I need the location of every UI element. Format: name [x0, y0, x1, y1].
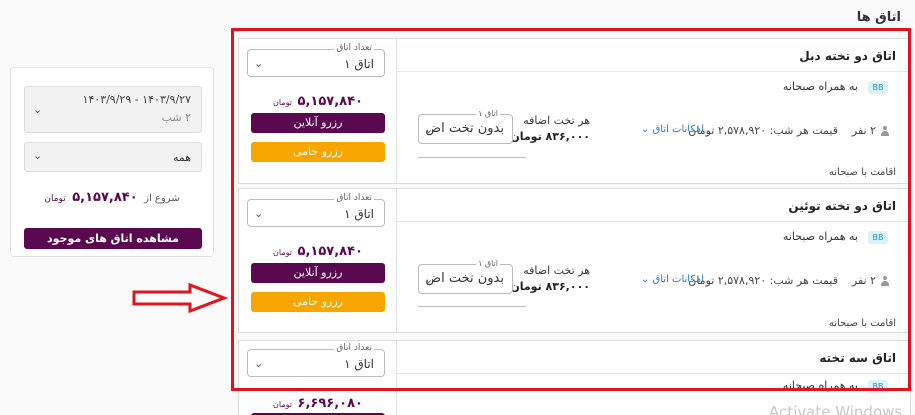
chevron-down-icon: ⌄: [640, 274, 650, 285]
room-amenities-label: امکانات اتاق: [652, 274, 705, 285]
room-booking-panel: تعداد اتاق ۱ اتاق ⌄ ۶,۶۹۶,۰۸۰ تومان: [239, 341, 397, 415]
chevron-down-icon: ⌄: [33, 149, 43, 162]
room-price-amount: ۵,۱۵۷,۸۴۰: [297, 94, 363, 109]
extra-bed-price: ۸۳۶,۰۰۰ تومان: [510, 280, 590, 293]
rooms-count-legend: تعداد اتاق: [334, 43, 374, 54]
chevron-down-icon: ⌄: [254, 207, 264, 220]
room-name: اتاق سه تخته: [819, 351, 896, 365]
show-available-rooms-button[interactable]: مشاهده اتاق های موجود: [24, 228, 202, 249]
room-price-currency: تومان: [273, 400, 293, 409]
stay-text: اقامت با صبحانه: [828, 167, 896, 178]
activate-windows-watermark: Activate Windows: [769, 403, 903, 415]
person-icon: [880, 126, 890, 136]
extra-bed-select[interactable]: اتاق ۱ بدون تخت اض ⌄: [418, 258, 513, 294]
room-card: تعداد اتاق ۱ اتاق ⌄ ۵,۱۵۷,۸۴۰ تومان رزرو…: [238, 38, 911, 184]
divider: [397, 221, 910, 222]
starting-price: شروع از ۵,۱۵۷,۸۴۰ تومان: [11, 190, 213, 205]
chevron-down-icon: ⌄: [640, 124, 650, 135]
room-amenities-link[interactable]: امکانات اتاق ⌄: [641, 274, 704, 285]
divider: [418, 306, 526, 307]
room-card: تعداد اتاق ۱ اتاق ⌄ ۵,۱۵۷,۸۴۰ تومان رزرو…: [238, 188, 911, 333]
date-range-picker[interactable]: ۱۴۰۳/۹/۲۷ - ۱۴۰۳/۹/۲۹ ۲ شب ⌄: [24, 86, 202, 133]
rooms-count-legend: تعداد اتاق: [334, 343, 374, 354]
starting-price-currency: تومان: [44, 194, 66, 204]
room-price-currency: تومان: [273, 248, 293, 257]
room-price-currency: تومان: [273, 98, 293, 107]
starting-price-amount: ۵,۱۵۷,۸۴۰: [72, 190, 138, 205]
board-badge: BB: [868, 380, 888, 393]
board-text: به همراه صبحانه: [782, 230, 858, 243]
room-booking-panel: تعداد اتاق ۱ اتاق ⌄ ۵,۱۵۷,۸۴۰ تومان رزرو…: [239, 39, 397, 183]
room-amenities-label: امکانات اتاق: [652, 124, 705, 135]
room-booking-panel: تعداد اتاق ۱ اتاق ⌄ ۵,۱۵۷,۸۴۰ تومان رزرو…: [239, 189, 397, 332]
chevron-down-icon: ⌄: [424, 123, 434, 136]
chevron-down-icon: ⌄: [254, 57, 264, 70]
board-badge: BB: [868, 231, 888, 244]
rooms-count-select[interactable]: تعداد اتاق ۱ اتاق ⌄: [247, 343, 385, 377]
extra-bed-select-legend: اتاق ۱: [476, 258, 500, 269]
date-range-text: ۱۴۰۳/۹/۲۷ - ۱۴۰۳/۹/۲۹: [82, 93, 191, 106]
board-text: به همراه صبحانه: [782, 379, 858, 392]
persons-count: ۲ نفر: [851, 274, 876, 287]
extra-bed-select-value: بدون تخت اض: [425, 121, 504, 136]
extra-bed-select-value: بدون تخت اض: [425, 271, 504, 286]
stay-text: اقامت با صبحانه: [828, 318, 896, 329]
rooms-count-select[interactable]: تعداد اتاق ۱ اتاق ⌄: [247, 43, 385, 77]
rooms-count-value: ۱ اتاق: [344, 207, 374, 221]
rooms-section-title: اتاق ها: [856, 10, 901, 25]
extra-bed-title: هر تخت اضافه: [523, 114, 590, 127]
chevron-down-icon: ⌄: [424, 273, 434, 286]
starting-from-label: شروع از: [144, 193, 180, 204]
divider: [397, 373, 910, 374]
room-price: ۵,۱۵۷,۸۴۰ تومان: [239, 94, 397, 109]
extra-bed-select[interactable]: اتاق ۱ بدون تخت اض ⌄: [418, 108, 513, 144]
online-booking-button[interactable]: رزرو آنلاین: [251, 113, 385, 133]
person-icon: [880, 276, 890, 286]
filter-select[interactable]: همه ⌄: [24, 142, 202, 172]
divider: [418, 157, 526, 158]
filter-select-value: همه: [172, 151, 191, 164]
board-badge: BB: [868, 81, 888, 94]
pointer-arrow-icon: [132, 283, 228, 313]
rooms-count-legend: تعداد اتاق: [334, 193, 374, 204]
rooms-count-value: ۱ اتاق: [344, 57, 374, 71]
chevron-down-icon: ⌄: [254, 357, 264, 370]
hami-booking-button[interactable]: رزرو حامی: [251, 292, 385, 312]
extra-bed-price: ۸۳۶,۰۰۰ تومان: [510, 130, 590, 143]
room-name: اتاق دو تخته توئین: [788, 199, 896, 213]
night-price: قیمت هر شب: ۲,۵۷۸,۹۲۰ تومان: [688, 274, 838, 287]
divider: [397, 71, 910, 72]
room-price-amount: ۶,۶۹۶,۰۸۰: [297, 396, 363, 411]
online-booking-button[interactable]: رزرو آنلاین: [251, 263, 385, 283]
nights-count: ۲ شب: [161, 111, 191, 124]
room-amenities-link[interactable]: امکانات اتاق ⌄: [641, 124, 704, 135]
extra-bed-select-legend: اتاق ۱: [476, 108, 500, 119]
room-price: ۶,۶۹۶,۰۸۰ تومان: [239, 396, 397, 411]
night-price: قیمت هر شب: ۲,۵۷۸,۹۲۰ تومان: [688, 124, 838, 137]
room-price-amount: ۵,۱۵۷,۸۴۰: [297, 244, 363, 259]
search-summary-panel: ۱۴۰۳/۹/۲۷ - ۱۴۰۳/۹/۲۹ ۲ شب ⌄ همه ⌄ شروع …: [10, 67, 214, 257]
hami-booking-button[interactable]: رزرو حامی: [251, 142, 385, 162]
board-text: به همراه صبحانه: [782, 80, 858, 93]
rooms-count-value: ۱ اتاق: [344, 357, 374, 371]
room-name: اتاق دو تخته دبل: [799, 49, 896, 63]
persons-count: ۲ نفر: [851, 124, 876, 137]
chevron-down-icon: ⌄: [33, 103, 43, 116]
extra-bed-title: هر تخت اضافه: [523, 264, 590, 277]
room-price: ۵,۱۵۷,۸۴۰ تومان: [239, 244, 397, 259]
rooms-count-select[interactable]: تعداد اتاق ۱ اتاق ⌄: [247, 193, 385, 227]
